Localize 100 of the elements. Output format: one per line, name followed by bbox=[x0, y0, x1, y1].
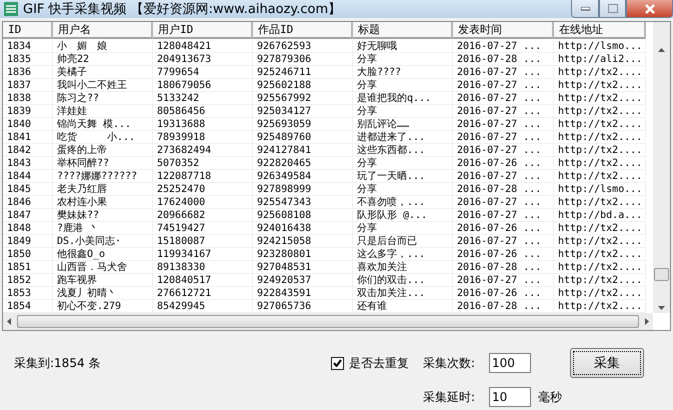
scroll-right-icon bbox=[645, 318, 649, 325]
table-cell: 926762593 bbox=[253, 40, 353, 53]
table-cell: 只是后台而已 bbox=[353, 235, 453, 248]
table-cell: 分享 bbox=[353, 79, 453, 92]
table-cell: http://bd.a... bbox=[554, 209, 646, 222]
table-cell: 1850 bbox=[3, 248, 53, 261]
table-cell: 25252470 bbox=[153, 183, 253, 196]
table-cell: 锦尚天舞 模... bbox=[53, 118, 153, 131]
table-cell: 925034127 bbox=[253, 105, 353, 118]
table-cell: http://tx2.... bbox=[554, 222, 646, 235]
delay-field[interactable]: 10 bbox=[489, 387, 531, 407]
checkbox[interactable] bbox=[331, 356, 344, 370]
table-cell: 1840 bbox=[3, 118, 53, 131]
table-cell: 分享 bbox=[353, 53, 453, 66]
table-cell: http://tx2.... bbox=[554, 170, 646, 183]
table-cell: 他很鑫O_o bbox=[53, 248, 153, 261]
table-cell: 洋娃娃 bbox=[53, 105, 153, 118]
table-cell: 924215058 bbox=[253, 235, 353, 248]
collected-count: 采集到:1854 条 bbox=[14, 354, 102, 372]
close-button[interactable] bbox=[626, 0, 673, 18]
table-cell: 80586456 bbox=[153, 105, 253, 118]
table-cell: 吃货 小... bbox=[53, 131, 153, 144]
checkbox-label: 是否去重复 bbox=[349, 354, 409, 372]
table-cell: DS.小美同志· bbox=[53, 235, 153, 248]
table-cell: 举杯同醉?? bbox=[53, 157, 153, 170]
table-cell: 15180087 bbox=[153, 235, 253, 248]
table-cell: 1851 bbox=[3, 261, 53, 274]
table-cell: 1837 bbox=[3, 79, 53, 92]
table-cell: 不喜勿喷，... bbox=[353, 196, 453, 209]
table-cell: 2016-07-27 ... bbox=[453, 40, 554, 53]
table-cell: 樊妹妹?? bbox=[53, 209, 153, 222]
table-cell: 119934167 bbox=[153, 248, 253, 261]
table-cell: 1835 bbox=[3, 53, 53, 66]
table-cell: 1843 bbox=[3, 157, 53, 170]
table-cell: http://tx2.... bbox=[554, 248, 646, 261]
table-cell: 美橘子 bbox=[53, 66, 153, 79]
table-cell: 2016-07-27 ... bbox=[453, 105, 554, 118]
table-cell: 分享 bbox=[353, 105, 453, 118]
column-header[interactable]: 用户名 bbox=[53, 22, 153, 39]
scroll-left-icon bbox=[7, 318, 11, 325]
table-cell: ????娜娜?????? bbox=[53, 170, 153, 183]
vertical-scrollbar[interactable] bbox=[653, 22, 670, 313]
table-cell: 山西晋．马犬舍 bbox=[53, 261, 153, 274]
table-cell: 2016-07-27 ... bbox=[453, 170, 554, 183]
table-cell: 5133242 bbox=[153, 92, 253, 105]
table-cell: http://tx2.... bbox=[554, 287, 646, 300]
table-cell: 925246711 bbox=[253, 66, 353, 79]
scroll-up-icon bbox=[658, 48, 665, 52]
table-cell: 1844 bbox=[3, 170, 53, 183]
horizontal-scrollbar[interactable] bbox=[3, 313, 653, 330]
column-header[interactable]: ID bbox=[3, 22, 53, 39]
table-cell: 分享 bbox=[353, 222, 453, 235]
window-title: GIF 快手采集视频 【爱好资源网:www.aihaozy.com】 bbox=[23, 1, 342, 18]
table-cell: 分享 bbox=[353, 157, 453, 170]
table-cell: 2016-07-27 ... bbox=[453, 66, 554, 79]
column-header[interactable]: 作品ID bbox=[253, 22, 353, 39]
times-field[interactable]: 100 bbox=[489, 353, 531, 373]
table-cell: 17624000 bbox=[153, 196, 253, 209]
table-cell: 2016-07-27 ... bbox=[453, 144, 554, 157]
checkmark-icon bbox=[333, 359, 342, 367]
table-cell: 2016-07-27 ... bbox=[453, 131, 554, 144]
table-cell: 进都进来了... bbox=[353, 131, 453, 144]
table-cell: 128048421 bbox=[153, 40, 253, 53]
table-cell: 1848 bbox=[3, 222, 53, 235]
collect-button[interactable]: 采集 bbox=[570, 348, 644, 378]
unit-label: 毫秒 bbox=[538, 388, 563, 406]
column-header[interactable]: 标题 bbox=[353, 22, 453, 39]
scrollbar-thumb[interactable] bbox=[654, 268, 669, 281]
table-cell: 20966682 bbox=[153, 209, 253, 222]
table-cell: http://ali2... bbox=[554, 53, 646, 66]
table-cell: 925489760 bbox=[253, 131, 353, 144]
table-cell: http://tx2.... bbox=[554, 261, 646, 274]
table-cell: 2016-07-27 ... bbox=[453, 118, 554, 131]
table-cell: 别乱评论…… bbox=[353, 118, 453, 131]
table-cell: 180679056 bbox=[153, 79, 253, 92]
table-cell: 74519427 bbox=[153, 222, 253, 235]
table-cell: 1836 bbox=[3, 66, 53, 79]
table-cell: 922820465 bbox=[253, 157, 353, 170]
table-cell: 你们的双击... bbox=[353, 274, 453, 287]
minimize-button[interactable] bbox=[571, 0, 599, 18]
table-cell: 1852 bbox=[3, 274, 53, 287]
column-header[interactable]: 发表时间 bbox=[453, 22, 554, 39]
table-cell: 924920537 bbox=[253, 274, 353, 287]
table-cell: 2016-07-28 ... bbox=[453, 183, 554, 196]
column-header[interactable]: 用户ID bbox=[153, 22, 253, 39]
table-cell: 1849 bbox=[3, 235, 53, 248]
column-header[interactable]: 在线地址 bbox=[554, 22, 646, 39]
minimize-icon bbox=[580, 6, 590, 10]
table-cell: 这么多字，... bbox=[353, 248, 453, 261]
table-cell: 2016-07-27 ... bbox=[453, 92, 554, 105]
scrollbar-thumb[interactable] bbox=[17, 315, 639, 328]
table-cell: 2016-07-27 ... bbox=[453, 196, 554, 209]
table-cell: 1845 bbox=[3, 183, 53, 196]
table-cell: 927879306 bbox=[253, 53, 353, 66]
table-cell: 925547343 bbox=[253, 196, 353, 209]
table-cell: 273682494 bbox=[153, 144, 253, 157]
table-cell: 122087718 bbox=[153, 170, 253, 183]
table-cell: 923280801 bbox=[253, 248, 353, 261]
dedupe-checkbox[interactable]: 是否去重复 bbox=[331, 354, 409, 372]
table-cell: 2016-07-26 ... bbox=[453, 248, 554, 261]
